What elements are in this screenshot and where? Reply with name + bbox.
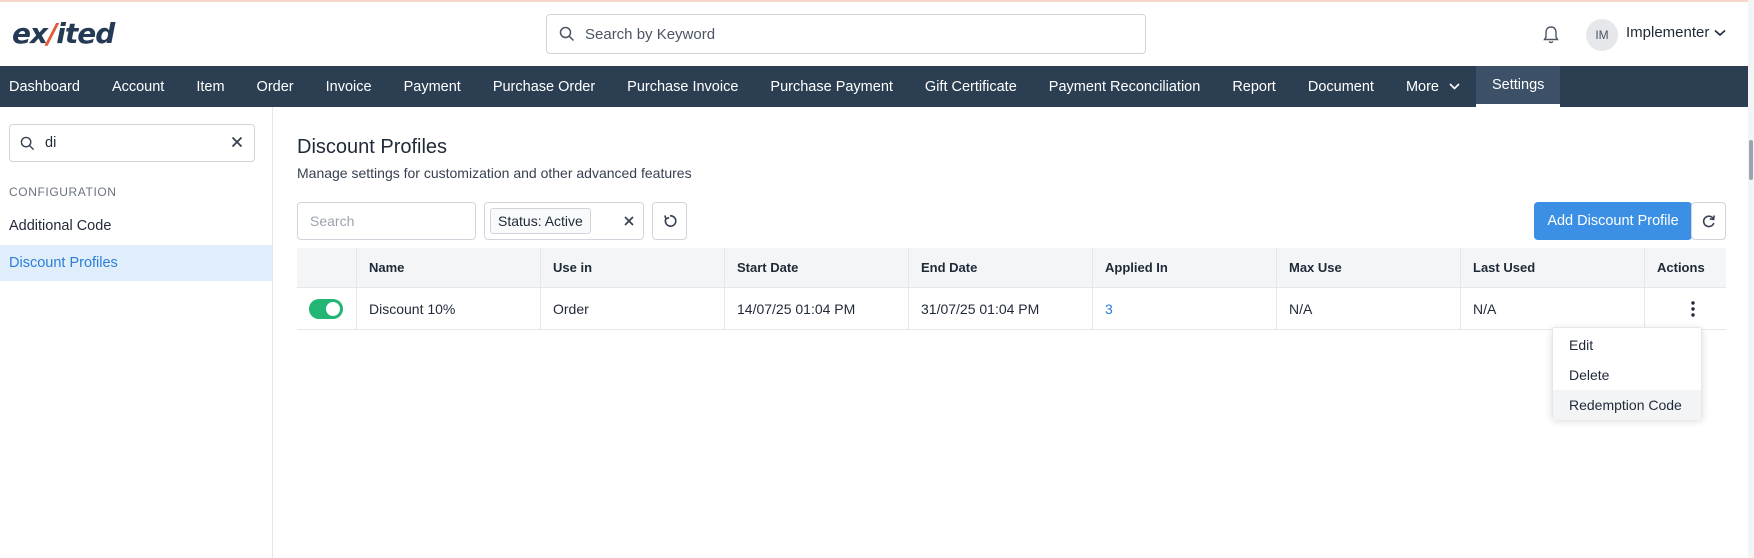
cell-start-date: 14/07/25 01:04 PM (725, 288, 909, 329)
applied-in-link[interactable]: 3 (1105, 301, 1113, 317)
global-search-input[interactable] (585, 25, 1125, 43)
page-subtitle: Manage settings for customization and ot… (297, 165, 692, 181)
cell-last-used: N/A (1461, 288, 1645, 329)
logo[interactable]: ex/ited (12, 16, 115, 50)
column-header-last-used[interactable]: Last Used (1461, 248, 1645, 287)
nav-invoice[interactable]: Invoice (310, 66, 388, 107)
menu-item-redemption-code[interactable]: Redemption Code (1553, 390, 1701, 420)
table-header: Name Use in Start Date End Date Applied … (297, 248, 1726, 288)
chevron-down-icon[interactable] (1714, 29, 1726, 37)
settings-sidebar: CONFIGURATION Additional Code Discount P… (0, 107, 273, 558)
user-avatar[interactable]: IM (1586, 19, 1618, 51)
nav-settings[interactable]: Settings (1475, 66, 1561, 107)
refresh-button[interactable] (1691, 202, 1726, 240)
nav-order[interactable]: Order (241, 66, 310, 107)
cell-use-in: Order (541, 288, 725, 329)
discount-profiles-table: Name Use in Start Date End Date Applied … (297, 248, 1726, 330)
sidebar-search-input[interactable] (45, 135, 215, 151)
cell-name: Discount 10% (357, 288, 541, 329)
nav-report[interactable]: Report (1216, 66, 1292, 107)
app-header: ex/ited IM Implementer (0, 2, 1748, 66)
main-nav: Dashboard Account Item Order Invoice Pay… (0, 66, 1748, 107)
nav-purchase-order[interactable]: Purchase Order (477, 66, 611, 107)
add-discount-profile-button[interactable]: Add Discount Profile (1534, 202, 1692, 240)
toggle-cell (297, 288, 357, 329)
status-toggle[interactable] (309, 298, 343, 319)
table-search-input[interactable] (310, 213, 460, 229)
cell-actions (1645, 288, 1726, 329)
search-icon (20, 136, 35, 150)
notification-bell-icon[interactable] (1540, 24, 1562, 46)
sidebar-search-box[interactable] (9, 124, 255, 162)
chevron-down-icon (1449, 83, 1460, 90)
clear-icon[interactable] (230, 135, 244, 149)
nav-more[interactable]: More (1390, 66, 1476, 107)
nav-dashboard[interactable]: Dashboard (0, 66, 96, 107)
column-header-actions: Actions (1657, 260, 1705, 275)
nav-account[interactable]: Account (96, 66, 180, 107)
cell-applied-in: 3 (1093, 288, 1277, 329)
row-actions-menu: Edit Delete Redemption Code (1552, 327, 1702, 420)
menu-item-edit[interactable]: Edit (1553, 330, 1701, 360)
logo-text: ex/ited (12, 16, 115, 50)
column-header-toggle (297, 248, 357, 287)
page-title: Discount Profiles (297, 136, 448, 158)
cell-end-date: 31/07/25 01:04 PM (909, 288, 1093, 329)
table-search-box[interactable] (297, 202, 476, 240)
menu-item-delete[interactable]: Delete (1553, 360, 1701, 390)
column-header-name[interactable]: Name (357, 248, 541, 287)
reset-icon (663, 214, 677, 227)
sidebar-item-discount-profiles[interactable]: Discount Profiles (0, 245, 272, 281)
column-header-end-date[interactable]: End Date (909, 248, 1093, 287)
column-header-use-in[interactable]: Use in (541, 248, 725, 287)
nav-gift-certificate[interactable]: Gift Certificate (909, 66, 1033, 107)
search-icon (559, 26, 575, 42)
status-filter[interactable]: Status: Active (484, 202, 644, 240)
global-search-box[interactable] (546, 14, 1146, 54)
reset-filter-button[interactable] (652, 202, 687, 240)
column-header-applied-in[interactable]: Applied In (1093, 248, 1277, 287)
nav-payment[interactable]: Payment (388, 66, 477, 107)
nav-document[interactable]: Document (1292, 66, 1390, 107)
status-filter-chip[interactable]: Status: Active (490, 208, 591, 234)
nav-payment-reconciliation[interactable]: Payment Reconciliation (1033, 66, 1217, 107)
sidebar-section-label: CONFIGURATION (9, 185, 117, 199)
nav-purchase-invoice[interactable]: Purchase Invoice (611, 66, 754, 107)
page-scrollbar[interactable] (1748, 0, 1754, 558)
user-name[interactable]: Implementer (1626, 24, 1709, 41)
column-header-start-date[interactable]: Start Date (725, 248, 909, 287)
cell-max-use: N/A (1277, 288, 1461, 329)
refresh-icon (1702, 215, 1715, 228)
nav-item[interactable]: Item (180, 66, 240, 107)
nav-more-label: More (1405, 78, 1439, 95)
clear-icon[interactable] (623, 215, 635, 227)
column-header-max-use[interactable]: Max Use (1277, 248, 1461, 287)
sidebar-item-additional-code[interactable]: Additional Code (0, 208, 272, 244)
table-row: Discount 10% Order 14/07/25 01:04 PM 31/… (297, 288, 1726, 330)
more-vertical-icon[interactable] (1691, 300, 1695, 317)
nav-purchase-payment[interactable]: Purchase Payment (754, 66, 909, 107)
